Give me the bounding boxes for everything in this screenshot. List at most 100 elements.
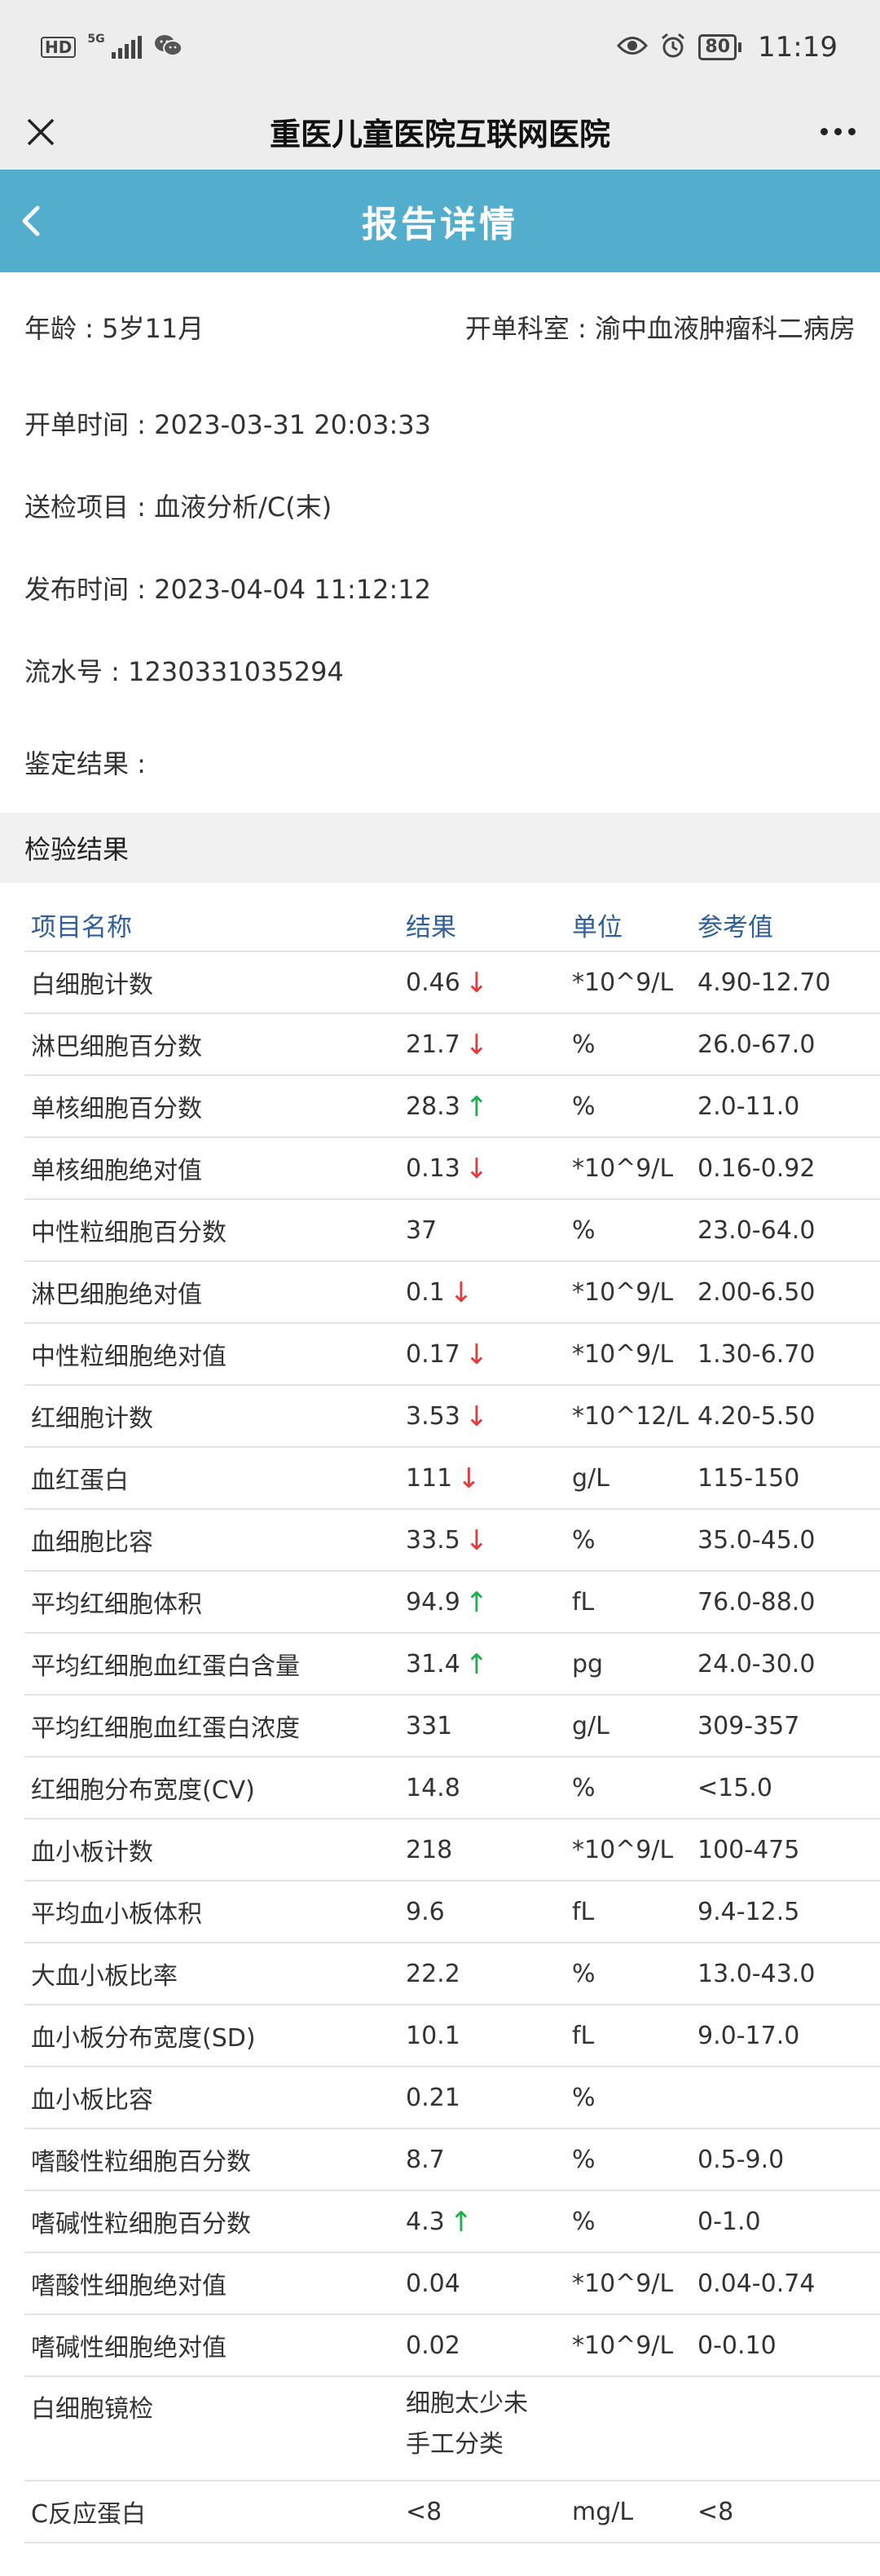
item-name-text: 红细胞计数 <box>31 1405 153 1433</box>
item-name: 中性粒细胞绝对值 <box>24 1323 399 1386</box>
item-reference-text: 9.4-12.5 <box>697 1897 800 1926</box>
item-unit-text: % <box>572 1092 596 1121</box>
table-row: 嗜碱性细胞绝对值 0.02 *10^9/L 0-0.10 <box>24 2314 880 2377</box>
item-result: 3.53 ↓ <box>399 1385 565 1448</box>
item-reference-text: 35.0-45.0 <box>697 1525 816 1555</box>
item-reference-text: 0-0.10 <box>697 2331 777 2360</box>
table-row: 平均红细胞血红蛋白含量 31.4 ↑ pg 24.0-30.0 <box>24 1633 880 1696</box>
table-row: 淋巴细胞百分数 21.7 ↓% 26.0-67.0 <box>24 1013 880 1076</box>
item-result-text: 31.4 <box>406 1649 460 1678</box>
item-unit: *10^9/L <box>565 951 691 1014</box>
item-result-text: 10.1 <box>406 2021 460 2050</box>
item-unit: fL <box>565 1571 691 1634</box>
item-reference-text: 26.0-67.0 <box>697 1030 816 1059</box>
item-unit: fL <box>565 1881 691 1943</box>
item-name-text: 平均红细胞血红蛋白含量 <box>31 1652 300 1681</box>
item-reference: 23.0-64.0 <box>691 1199 880 1262</box>
item-result-text: 0.02 <box>406 2331 460 2360</box>
item-result: 37 <box>399 1199 565 1262</box>
status-left: HD 5G <box>41 33 183 61</box>
item-name: 大血小板比率 <box>24 1943 399 2005</box>
signal-icon <box>111 35 142 59</box>
item-reference: 9.0-17.0 <box>691 2005 880 2067</box>
wechat-icon <box>153 33 183 61</box>
item-reference: 26.0-67.0 <box>691 1013 880 1076</box>
arrow-down-icon: ↓ <box>464 1338 489 1371</box>
item-name-text: 白细胞计数 <box>31 971 153 999</box>
item-unit: % <box>565 1013 691 1076</box>
item-unit-text: *10^9/L <box>572 1339 674 1369</box>
conclusion: 鉴定结果 : <box>24 748 146 779</box>
info-row-conclusion: 鉴定结果 : <box>24 711 856 813</box>
item-name: 血小板比容 <box>24 2067 399 2129</box>
item-reference-text: 4.90-12.70 <box>697 968 831 997</box>
table-row: 淋巴细胞绝对值 0.1 ↓ *10^9/L 2.00-6.50 <box>24 1261 880 1324</box>
table-row: 大血小板比率 22.2% 13.0-43.0 <box>24 1943 880 2005</box>
item-name-text: 血小板比容 <box>31 2086 153 2115</box>
patient-age: 年龄 : 5岁11月 <box>24 313 205 344</box>
item-reference: 13.0-43.0 <box>691 1943 880 2005</box>
item-result: 0.02 <box>399 2314 565 2377</box>
battery-icon: 80 <box>698 33 742 60</box>
table-row: 嗜酸性粒细胞百分数 8.7% 0.5-9.0 <box>24 2128 880 2191</box>
item-unit: *10^12/L <box>565 1385 691 1448</box>
table-row: C反应蛋白 <8 mg/L <8 <box>24 2481 880 2543</box>
table-row: 平均血小板体积 9.6 fL 9.4-12.5 <box>24 1881 880 1943</box>
item-reference-text: 24.0-30.0 <box>697 1649 816 1678</box>
report-info: 年龄 : 5岁11月 开单科室 : 渝中血液肿瘤科二病房 开单时间 : 2023… <box>0 272 880 813</box>
item-reference-text: 9.0-17.0 <box>697 2021 800 2050</box>
item-reference: 76.0-88.0 <box>691 1571 880 1634</box>
item-result-text: <8 <box>406 2497 442 2526</box>
back-chevron-icon[interactable] <box>20 205 42 237</box>
arrow-down-icon: ↓ <box>464 1400 489 1433</box>
table-row: 血小板计数 218 *10^9/L 100-475 <box>24 1819 880 1881</box>
item-result-text: 9.6 <box>406 1897 445 1926</box>
item-name: 红细胞分布宽度(CV) <box>24 1757 399 1820</box>
arrow-down-icon: ↓ <box>464 966 489 999</box>
item-reference-text: 0.5-9.0 <box>697 2145 785 2174</box>
item-name-text: 血细胞比容 <box>31 1528 153 1557</box>
item-reference: 9.4-12.5 <box>691 1881 880 1943</box>
arrow-down-icon: ↓ <box>464 1524 489 1557</box>
item-result-text: 0.21 <box>406 2083 460 2112</box>
item-unit-text: % <box>572 2145 596 2174</box>
item-reference: 2.00-6.50 <box>691 1261 880 1324</box>
results-table: 项目名称 结果 单位 参考值 白细胞计数 0.46 ↓ *10^9/L 4.90-12.… <box>24 899 880 2543</box>
network-type-label: 5G <box>87 32 105 46</box>
item-unit: % <box>565 2190 691 2253</box>
item-name: 嗜酸性粒细胞百分数 <box>24 2128 399 2191</box>
order-time: 开单时间 : 2023-03-31 20:03:33 <box>24 408 431 440</box>
item-reference-text: 100-475 <box>697 1835 800 1864</box>
info-row-publish-time: 发布时间 : 2023-04-04 11:12:12 <box>24 546 856 629</box>
item-unit-text: fL <box>572 1587 595 1617</box>
item-name: 单核细胞绝对值 <box>24 1137 399 1200</box>
item-result-text: 细胞太少未手工分类 <box>406 2389 528 2459</box>
item-name-text: 嗜酸性细胞绝对值 <box>31 2272 227 2300</box>
item-name-text: 血小板计数 <box>31 1838 153 1867</box>
item-reference: 1.30-6.70 <box>691 1323 880 1386</box>
item-result-text: 37 <box>406 1215 438 1245</box>
battery-level: 80 <box>698 33 737 60</box>
item-name-text: 单核细胞绝对值 <box>31 1157 202 1185</box>
item-unit: % <box>565 1757 691 1820</box>
item-unit-text: % <box>572 2083 596 2112</box>
item-unit: *10^9/L <box>565 1261 691 1324</box>
nav-title: 重医儿童医院互联网医院 <box>269 117 610 152</box>
item-result: 218 <box>399 1819 565 1881</box>
close-icon[interactable] <box>26 117 55 147</box>
table-row: 血细胞比容 33.5 ↓% 35.0-45.0 <box>24 1509 880 1572</box>
exam-item: 送检项目 : 血液分析/C(末) <box>24 491 332 523</box>
item-reference-text: 115-150 <box>697 1463 800 1493</box>
item-result: 9.6 <box>399 1881 565 1943</box>
arrow-down-icon: ↓ <box>449 1276 473 1309</box>
item-reference-text: 1.30-6.70 <box>697 1339 816 1369</box>
more-icon[interactable] <box>821 128 856 135</box>
item-name-text: 嗜酸性粒细胞百分数 <box>31 2148 251 2177</box>
table-row: 白细胞镜检 细胞太少未手工分类 <box>24 2376 880 2481</box>
item-name: 血小板分布宽度(SD) <box>24 2005 399 2067</box>
eye-icon <box>617 35 649 60</box>
item-reference: 4.20-5.50 <box>691 1385 880 1448</box>
status-bar: HD 5G 80 11:19 <box>0 0 880 94</box>
page-title: 报告详情 <box>362 204 518 245</box>
status-right: 80 11:19 <box>617 31 838 64</box>
